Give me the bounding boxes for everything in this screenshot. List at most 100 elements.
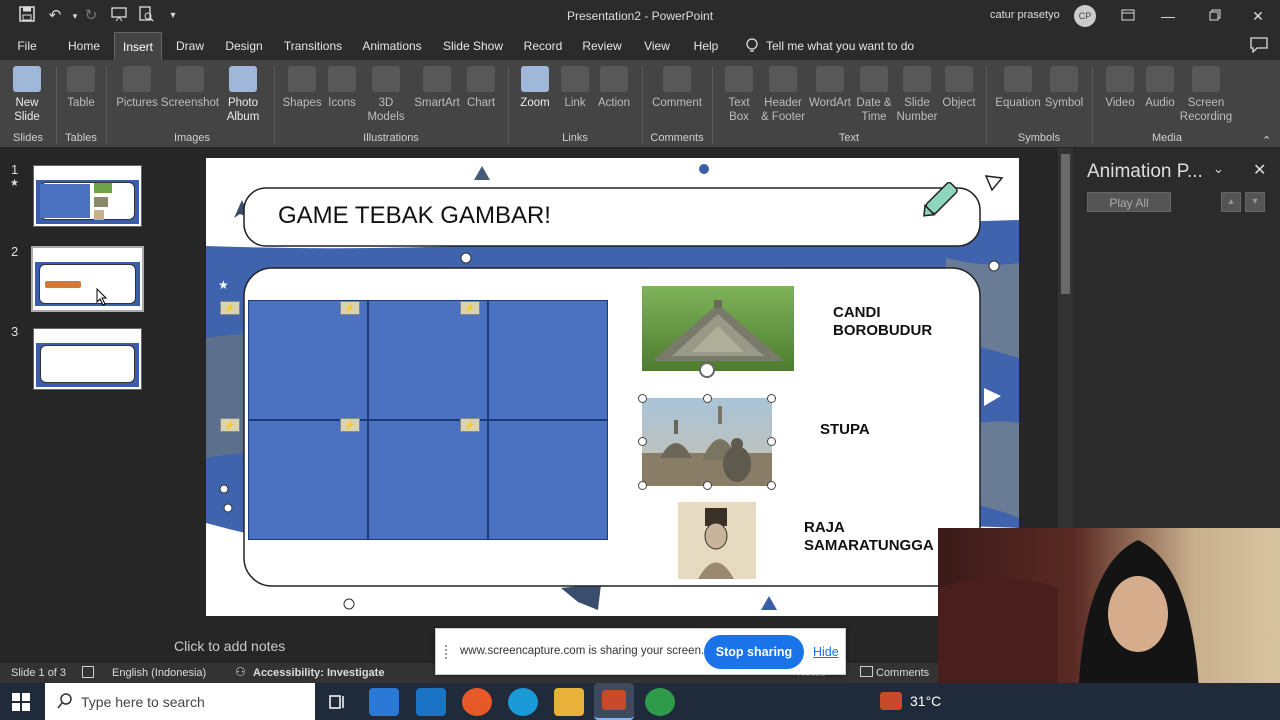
accessibility-status[interactable]: Accessibility: Investigate: [253, 667, 384, 679]
puzzle-cell-4[interactable]: [248, 420, 368, 540]
avatar[interactable]: CP: [1074, 5, 1096, 27]
tab-home[interactable]: Home: [60, 32, 108, 60]
puzzle-cell-5[interactable]: [368, 420, 488, 540]
tab-animations[interactable]: Animations: [358, 32, 426, 60]
hide-link[interactable]: Hide: [813, 645, 839, 659]
object-button[interactable]: Object: [938, 64, 980, 110]
save-icon[interactable]: [16, 6, 38, 26]
notification-badge-icon[interactable]: [880, 692, 902, 710]
new-slide-button[interactable]: New Slide: [6, 64, 48, 124]
language-status[interactable]: English (Indonesia): [112, 667, 206, 679]
selection-handle[interactable]: [767, 437, 776, 446]
tab-design[interactable]: Design: [220, 32, 268, 60]
taskbar-search-input[interactable]: Type here to search: [45, 683, 315, 720]
tab-insert[interactable]: Insert: [114, 32, 162, 60]
label-raja-samaratungga[interactable]: RAJA SAMARATUNGGA: [804, 519, 954, 555]
animation-trigger-icon[interactable]: ⚡: [220, 418, 240, 432]
comments-button[interactable]: Comments: [876, 667, 929, 679]
ribbon-display-icon[interactable]: [1108, 2, 1148, 30]
slide-thumbnail-2[interactable]: [31, 246, 144, 312]
chart-button[interactable]: Chart: [462, 64, 500, 110]
text-box-button[interactable]: Text Box: [718, 64, 760, 124]
windows-start-icon[interactable]: [12, 693, 30, 711]
smartart-button[interactable]: SmartArt: [412, 64, 462, 110]
stop-sharing-button[interactable]: Stop sharing: [704, 635, 804, 669]
tell-me-search[interactable]: Tell me what you want to do: [766, 32, 916, 60]
microsoft-store-icon[interactable]: [369, 688, 399, 716]
tab-transitions[interactable]: Transitions: [280, 32, 346, 60]
minimize-icon[interactable]: —: [1148, 2, 1188, 30]
notes-placeholder[interactable]: Click to add notes: [174, 638, 285, 654]
print-preview-icon[interactable]: [135, 6, 157, 26]
selection-handle[interactable]: [767, 394, 776, 403]
pictures-button[interactable]: Pictures: [114, 64, 160, 110]
date-time-button[interactable]: Date & Time: [852, 64, 896, 124]
tab-slide-show[interactable]: Slide Show: [440, 32, 506, 60]
3d-models-button[interactable]: 3D Models: [362, 64, 410, 124]
move-down-button[interactable]: ▾: [1245, 192, 1265, 212]
file-explorer-icon[interactable]: [554, 688, 584, 716]
selection-handle[interactable]: [703, 394, 712, 403]
symbol-button[interactable]: Symbol: [1042, 64, 1086, 110]
selection-handle[interactable]: [638, 481, 647, 490]
redo-icon[interactable]: ↻: [80, 6, 102, 26]
temperature[interactable]: 31°C: [910, 693, 941, 709]
close-pane-icon[interactable]: ✕: [1253, 160, 1266, 180]
chrome-icon[interactable]: [645, 688, 675, 716]
header-footer-button[interactable]: Header & Footer: [760, 64, 806, 124]
action-button[interactable]: Action: [594, 64, 634, 110]
tab-view[interactable]: View: [636, 32, 678, 60]
stupa-image[interactable]: [642, 398, 772, 486]
customize-qat-icon[interactable]: ▾: [162, 6, 184, 26]
shapes-button[interactable]: Shapes: [280, 64, 324, 110]
edge-icon[interactable]: [508, 688, 538, 716]
tab-record[interactable]: Record: [518, 32, 568, 60]
rotate-handle-icon[interactable]: [699, 362, 715, 378]
drag-handle-icon[interactable]: [445, 645, 449, 659]
animation-trigger-icon[interactable]: ⚡: [340, 418, 360, 432]
label-candi-borobudur[interactable]: CANDI BOROBUDUR: [833, 304, 963, 340]
screen-recording-button[interactable]: Screen Recording: [1178, 64, 1234, 124]
chevron-down-icon[interactable]: ⌄: [1213, 161, 1224, 177]
puzzle-cell-2[interactable]: [368, 300, 488, 420]
link-button[interactable]: Link: [556, 64, 594, 110]
selection-handle[interactable]: [638, 394, 647, 403]
selection-handle[interactable]: [638, 437, 647, 446]
present-from-start-icon[interactable]: [108, 6, 130, 26]
close-icon[interactable]: ✕: [1238, 2, 1278, 30]
move-up-button[interactable]: ▴: [1221, 192, 1241, 212]
slide[interactable]: GAME TEBAK GAMBAR! ⚡ ⚡ ⚡ ⚡ ⚡ ⚡ ★ CANDI B…: [206, 158, 1019, 616]
puzzle-cell-3[interactable]: [488, 300, 608, 420]
powerpoint-taskbar-button[interactable]: [594, 683, 634, 720]
label-stupa[interactable]: STUPA: [820, 421, 870, 438]
tab-help[interactable]: Help: [686, 32, 726, 60]
play-all-button[interactable]: Play All: [1087, 192, 1171, 212]
restore-icon[interactable]: [1195, 2, 1235, 30]
slide-title[interactable]: GAME TEBAK GAMBAR!: [278, 202, 551, 230]
equation-button[interactable]: Equation: [992, 64, 1044, 110]
puzzle-cell-1[interactable]: [248, 300, 368, 420]
video-button[interactable]: Video: [1100, 64, 1140, 110]
firefox-icon[interactable]: [462, 688, 492, 716]
icons-button[interactable]: Icons: [322, 64, 362, 110]
tab-review[interactable]: Review: [578, 32, 626, 60]
spelling-icon[interactable]: [82, 666, 94, 678]
comments-icon[interactable]: [1250, 37, 1268, 54]
selection-handle[interactable]: [703, 481, 712, 490]
animation-trigger-icon[interactable]: ⚡: [340, 301, 360, 315]
animation-trigger-icon[interactable]: ⚡: [460, 418, 480, 432]
tab-file[interactable]: File: [8, 32, 46, 60]
screenshot-button[interactable]: Screenshot: [160, 64, 220, 110]
slide-thumbnail-3[interactable]: [33, 328, 142, 390]
animation-trigger-icon[interactable]: ⚡: [460, 301, 480, 315]
temple-image[interactable]: [642, 286, 794, 371]
animation-trigger-icon[interactable]: ⚡: [220, 301, 240, 315]
undo-icon[interactable]: ↶: [44, 6, 66, 26]
king-portrait-image[interactable]: [678, 502, 756, 579]
wordart-button[interactable]: WordArt: [808, 64, 852, 110]
mail-icon[interactable]: [416, 688, 446, 716]
table-button[interactable]: Table: [60, 64, 102, 110]
zoom-button[interactable]: Zoom: [514, 64, 556, 110]
selection-handle[interactable]: [767, 481, 776, 490]
slide-number-button[interactable]: Slide Number: [896, 64, 938, 124]
